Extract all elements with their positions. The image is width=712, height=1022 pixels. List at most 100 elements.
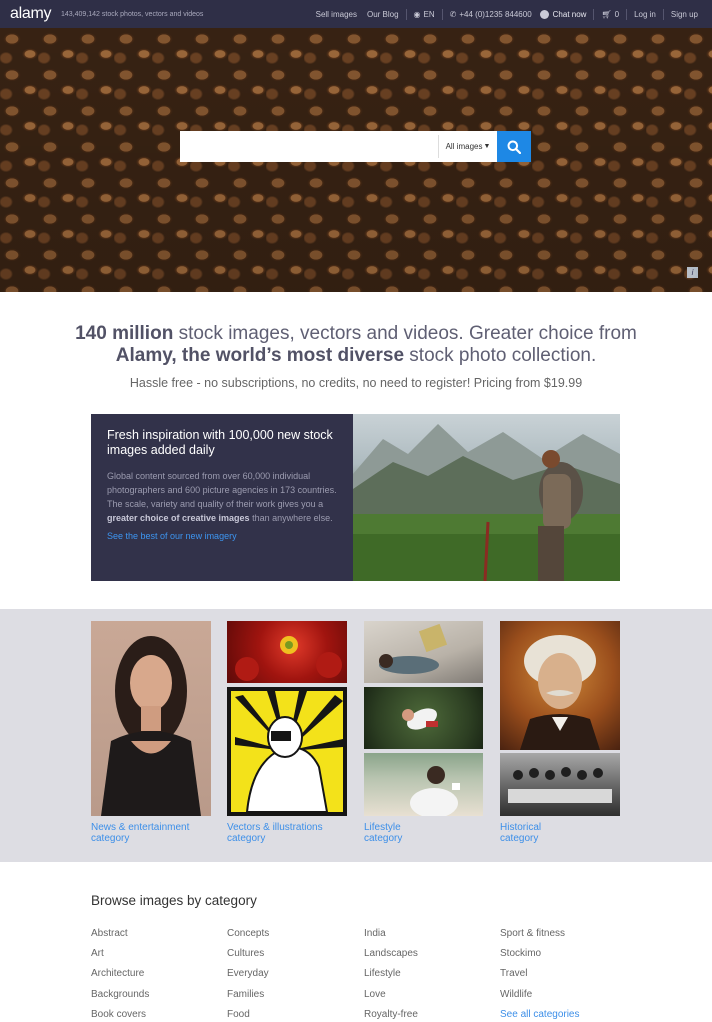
top-navigation-bar: alamy 143,409,142 stock photos, vectors … — [0, 0, 712, 28]
pricing-subline: Hassle free - no subscriptions, no credi… — [129, 376, 583, 390]
cart-icon[interactable]: 🛒︎ — [601, 10, 611, 19]
hiker-mountains-image[interactable] — [353, 414, 620, 581]
category-link[interactable]: Stockimo — [500, 944, 580, 964]
feature-body-bold: greater choice of creative images — [107, 513, 250, 523]
headline-text-1: stock images, vectors and videos. Greate… — [173, 323, 637, 344]
image-type-selected: All images — [445, 142, 483, 151]
main-headline: 140 million stock images, vectors and vi… — [60, 323, 652, 367]
cart-count[interactable]: 0 — [615, 10, 619, 19]
new-imagery-link[interactable]: See the best of our new imagery — [107, 531, 337, 541]
category-link[interactable]: Backgrounds — [91, 985, 149, 1005]
category-link[interactable]: Concepts — [227, 924, 269, 944]
search-bar: All images ▼ — [180, 131, 531, 162]
feature-text-panel: Fresh inspiration with 100,000 new stock… — [91, 414, 353, 581]
lifestyle-label[interactable]: Lifestyle category — [364, 822, 484, 844]
globe-icon: ◉ — [413, 9, 421, 19]
news-label-line2[interactable]: category — [91, 833, 129, 844]
feature-title: Fresh inspiration with 100,000 new stock… — [107, 428, 333, 457]
image-count-tagline: 143,409,142 stock photos, vectors and vi… — [61, 11, 204, 18]
nav-divider — [441, 8, 443, 20]
welder-illustration — [231, 691, 343, 813]
category-link[interactable]: Abstract — [91, 924, 149, 944]
feature-body-part1: Global content sourced from over 60,000 … — [107, 471, 337, 509]
hero-banner-coffee-beans: All images ▼ i — [0, 28, 712, 292]
image-type-dropdown[interactable]: All images ▼ — [438, 135, 497, 158]
category-link[interactable]: Landscapes — [364, 944, 418, 964]
historical-label-line1[interactable]: Historical — [500, 822, 541, 833]
category-gallery: News & entertainment category Vectors & i… — [0, 609, 712, 862]
category-link[interactable]: Book covers — [91, 1005, 149, 1022]
nav-divider — [626, 8, 628, 20]
category-link[interactable]: Lifestyle — [364, 964, 418, 984]
hiker-illustration — [353, 424, 620, 581]
category-link[interactable]: Art — [91, 944, 149, 964]
chat-now-link[interactable]: Chat now — [553, 10, 587, 19]
virus-illustration — [235, 636, 342, 681]
category-link[interactable]: Travel — [500, 964, 580, 984]
headline-bold-count: 140 million — [75, 323, 174, 344]
nav-divider — [662, 8, 664, 20]
feature-body: Global content sourced from over 60,000 … — [107, 469, 337, 525]
alamy-logo[interactable]: alamy — [10, 5, 51, 23]
our-blog-link[interactable]: Our Blog — [367, 10, 399, 19]
category-link[interactable]: Wildlife — [500, 985, 580, 1005]
category-link[interactable]: Love — [364, 985, 418, 1005]
headline-bold-diverse: Alamy, the world’s most diverse — [115, 345, 405, 366]
news-label-line1[interactable]: News & entertainment — [91, 822, 189, 833]
feature-body-part2: than anywhere else. — [249, 513, 333, 523]
caret-down-icon: ▼ — [483, 143, 491, 150]
category-column-1: Abstract Art Architecture Backgrounds Bo… — [91, 924, 149, 1022]
phone-number[interactable]: +44 (0)1235 844600 — [459, 10, 531, 19]
historical-image-top[interactable] — [500, 621, 620, 750]
category-column-3: India Landscapes Lifestyle Love Royalty-… — [364, 924, 418, 1022]
chat-icon — [539, 9, 549, 19]
search-input[interactable] — [180, 131, 438, 162]
vectors-illustrations-image-top[interactable] — [227, 621, 347, 683]
category-link[interactable]: Cultures — [227, 944, 269, 964]
reading-child-illustration — [379, 623, 448, 674]
einstein-portrait-illustration — [520, 635, 600, 750]
category-link[interactable]: Royalty-free — [364, 1005, 418, 1022]
lifestyle-label-line1[interactable]: Lifestyle — [364, 822, 401, 833]
see-all-categories-link[interactable]: See all categories — [500, 1005, 580, 1022]
sell-images-link[interactable]: Sell images — [316, 10, 357, 19]
top-nav-links: Sell images Our Blog ◉ EN ✆ +44 (0)1235 … — [316, 0, 698, 28]
headline-text-2: stock photo collection. — [404, 345, 597, 366]
lifestyle-image-middle[interactable] — [364, 687, 483, 749]
historical-image-bottom[interactable] — [500, 753, 620, 816]
search-button[interactable] — [497, 131, 531, 162]
signup-link[interactable]: Sign up — [671, 10, 698, 19]
historical-label-line2[interactable]: category — [500, 833, 538, 844]
category-link[interactable]: Everyday — [227, 964, 269, 984]
vectors-illustrations-image-bottom[interactable] — [227, 687, 347, 816]
portrait-illustration — [101, 636, 201, 816]
flying-child-illustration — [402, 708, 438, 730]
category-link[interactable]: Sport & fitness — [500, 924, 580, 944]
feature-panel: Fresh inspiration with 100,000 new stock… — [91, 414, 620, 581]
woman-coffee-illustration — [410, 766, 460, 816]
vectors-label-line2[interactable]: category — [227, 833, 265, 844]
nav-divider — [593, 8, 595, 20]
search-icon — [507, 140, 521, 154]
news-entertainment-label[interactable]: News & entertainment category — [91, 822, 211, 844]
phone-icon: ✆ — [449, 9, 457, 19]
language-selector[interactable]: EN — [424, 10, 435, 19]
lifestyle-label-line2[interactable]: category — [364, 833, 402, 844]
news-entertainment-image[interactable] — [91, 621, 211, 816]
category-link[interactable]: Families — [227, 985, 269, 1005]
category-column-4: Sport & fitness Stockimo Travel Wildlife… — [500, 924, 580, 1022]
category-link[interactable]: India — [364, 924, 418, 944]
login-link[interactable]: Log in — [634, 10, 656, 19]
lifestyle-image-top[interactable] — [364, 621, 483, 683]
group-photo-illustration — [508, 767, 612, 803]
nav-divider — [405, 8, 407, 20]
category-link[interactable]: Architecture — [91, 964, 149, 984]
lifestyle-image-bottom[interactable] — [364, 753, 483, 816]
category-link[interactable]: Food — [227, 1005, 269, 1022]
vectors-illustrations-label[interactable]: Vectors & illustrations category — [227, 822, 347, 844]
historical-label[interactable]: Historical category — [500, 822, 620, 844]
image-info-icon[interactable]: i — [687, 267, 698, 278]
category-column-2: Concepts Cultures Everyday Families Food — [227, 924, 269, 1022]
browse-categories-title: Browse images by category — [91, 893, 257, 908]
vectors-label-line1[interactable]: Vectors & illustrations — [227, 822, 323, 833]
